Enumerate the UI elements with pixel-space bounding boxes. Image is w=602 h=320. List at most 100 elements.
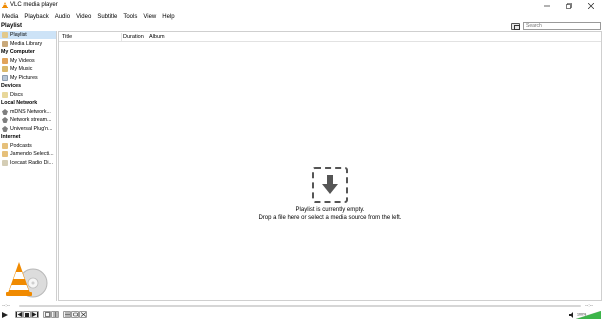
sidebar-item-universal-plug-n-play[interactable]: Universal Plug'n... [0, 125, 56, 133]
sidebar-item-mdns-network[interactable]: mDNS Network... [0, 108, 56, 116]
sidebar-category-my-computer: My Computer [1, 49, 35, 55]
drop-zone-icon [312, 167, 348, 203]
equalizer-icon [53, 312, 57, 317]
fullscreen-button[interactable] [43, 311, 51, 318]
play-icon [2, 311, 8, 318]
sidebar-item-label: My Pictures [10, 75, 38, 81]
menu-tools[interactable]: Tools [123, 14, 137, 20]
network-icon [2, 126, 8, 132]
next-icon [32, 312, 38, 317]
playlist-icon [64, 312, 70, 317]
close-icon [588, 2, 594, 9]
column-header-title[interactable]: Title [62, 34, 72, 40]
playlist-toolbar: Playlist [0, 22, 602, 31]
sidebar-item-podcasts[interactable]: Podcasts [0, 142, 56, 150]
column-divider[interactable] [121, 33, 122, 41]
sidebar-item-label: My Music [10, 66, 33, 72]
shuffle-icon [80, 312, 86, 317]
disc-icon [2, 92, 8, 98]
speaker-icon[interactable] [569, 312, 575, 320]
total-time: --:-- [585, 303, 594, 309]
fullscreen-icon [44, 312, 50, 317]
videos-icon [2, 58, 8, 64]
radio-icon [2, 160, 8, 166]
search-input[interactable] [523, 22, 601, 30]
jamendo-icon [2, 151, 8, 157]
loop-button[interactable] [71, 311, 79, 318]
sidebar-item-label: Media Library [10, 41, 43, 47]
sidebar-item-my-videos[interactable]: My Videos [0, 57, 56, 65]
sidebar-item-label: Podcasts [10, 143, 32, 149]
next-button[interactable] [31, 311, 39, 318]
podcast-icon [2, 143, 8, 149]
previous-button[interactable] [15, 311, 23, 318]
seek-slider[interactable] [19, 305, 581, 307]
sidebar-item-label: Icecast Radio Di... [10, 160, 53, 166]
window-title: VLC media player [10, 2, 58, 8]
sidebar-category-devices: Devices [1, 83, 22, 89]
empty-playlist-hint: Drop a file here or select a media sourc… [258, 215, 402, 221]
album-art-placeholder [5, 259, 49, 299]
playlist-column-headers: Title Duration Album [59, 32, 601, 42]
sidebar-item-my-pictures[interactable]: My Pictures [0, 74, 56, 82]
sidebar-item-playlist[interactable]: Playlist [0, 31, 56, 39]
seek-row: --:-- --:-- [0, 302, 602, 310]
sidebar: Playlist Media Library My Computer My Vi… [0, 31, 57, 301]
playlist-header: Playlist [1, 23, 23, 29]
playlist-panel[interactable]: Title Duration Album Playlist is current… [58, 31, 602, 301]
stop-icon [25, 312, 29, 317]
menu-media[interactable]: Media [2, 14, 18, 20]
menu-playback[interactable]: Playback [24, 14, 48, 20]
sidebar-item-icecast[interactable]: Icecast Radio Di... [0, 159, 56, 167]
playlist-view-toggle-icon[interactable] [511, 23, 520, 30]
sidebar-item-my-music[interactable]: My Music [0, 65, 56, 73]
sidebar-item-label: Playlist [10, 32, 27, 38]
sidebar-item-label: My Videos [10, 58, 35, 64]
menu-bar: Media Playback Audio Video Subtitle Tool… [0, 11, 602, 22]
menu-view[interactable]: View [143, 14, 156, 20]
play-button[interactable] [1, 311, 9, 318]
sidebar-category-internet: Internet [1, 134, 21, 140]
previous-icon [16, 312, 22, 317]
download-arrow-icon [322, 175, 338, 194]
sidebar-category-local-network: Local Network [1, 100, 38, 106]
empty-playlist-message: Playlist is currently empty. [295, 207, 365, 213]
playlist-icon [2, 32, 8, 38]
minimize-button[interactable] [536, 0, 558, 11]
menu-help[interactable]: Help [162, 14, 174, 20]
restore-icon [566, 2, 572, 9]
sidebar-item-media-library[interactable]: Media Library [0, 40, 56, 48]
menu-audio[interactable]: Audio [55, 14, 70, 20]
sidebar-item-discs[interactable]: Discs [0, 91, 56, 99]
sidebar-item-jamendo[interactable]: Jamendo Selecti... [0, 150, 56, 158]
network-icon [2, 117, 8, 123]
sidebar-item-label: Discs [10, 92, 23, 98]
sidebar-item-label: Network stream... [10, 117, 52, 123]
menu-subtitle[interactable]: Subtitle [97, 14, 117, 20]
speaker-shape-icon [569, 312, 573, 318]
sidebar-item-network-streams[interactable]: Network stream... [0, 116, 56, 124]
playback-controls: 100% [0, 310, 602, 320]
elapsed-time: --:-- [2, 303, 11, 309]
toggle-playlist-button[interactable] [63, 311, 71, 318]
column-header-album[interactable]: Album [149, 34, 165, 40]
title-bar: VLC media player [0, 0, 602, 11]
column-header-duration[interactable]: Duration [123, 34, 144, 40]
minimize-icon [544, 5, 550, 6]
restore-button[interactable] [558, 0, 580, 11]
shuffle-button[interactable] [79, 311, 87, 318]
sidebar-item-label: mDNS Network... [10, 109, 51, 115]
network-icon [2, 109, 8, 115]
loop-icon [72, 312, 78, 317]
menu-video[interactable]: Video [76, 14, 91, 20]
volume-percent-label: 100% [577, 313, 587, 317]
stop-button[interactable] [23, 311, 31, 318]
music-icon [2, 66, 8, 72]
volume-slider[interactable]: 100% [576, 311, 601, 319]
extended-settings-button[interactable] [51, 311, 59, 318]
vlc-cone-icon [2, 2, 8, 8]
vlc-cone-disc-icon [6, 262, 48, 298]
close-button[interactable] [580, 0, 602, 11]
sidebar-item-label: Universal Plug'n... [10, 126, 53, 132]
media-library-icon [2, 41, 8, 47]
